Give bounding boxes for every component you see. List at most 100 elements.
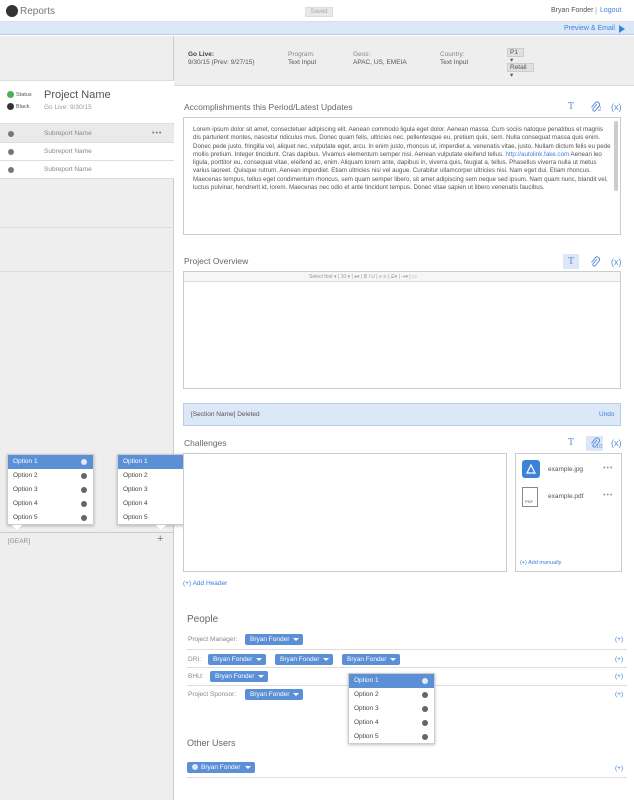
country-value[interactable]: Text Input bbox=[440, 59, 468, 66]
autolink[interactable]: http://autolink.fake.com bbox=[506, 151, 570, 158]
text-format-icon[interactable]: T bbox=[568, 437, 574, 448]
image-file-icon bbox=[522, 460, 540, 478]
subreport-status-icon bbox=[8, 131, 14, 137]
radio-icon bbox=[81, 473, 87, 479]
file-name[interactable]: example.jpg bbox=[548, 466, 583, 473]
channel-select[interactable]: Retail ▾ bbox=[507, 63, 534, 79]
geos-label: Geos: bbox=[353, 51, 371, 58]
divider bbox=[187, 777, 627, 778]
add-person-button[interactable]: (+) bbox=[615, 673, 623, 680]
menu-option[interactable]: Option 2 bbox=[8, 469, 93, 483]
preview-bar bbox=[0, 22, 634, 35]
add-manually-link[interactable]: (+) Add manually bbox=[520, 560, 561, 566]
people-label: DRI: bbox=[188, 656, 201, 663]
divider bbox=[0, 532, 174, 533]
person-chip[interactable]: Bryan Fonder bbox=[210, 671, 268, 682]
menu-option[interactable]: Option 4 bbox=[8, 497, 93, 511]
user-name[interactable]: Bryan Fonder bbox=[551, 7, 593, 14]
menu-option[interactable]: Option 1 bbox=[8, 455, 93, 469]
status-black-icon bbox=[7, 103, 14, 110]
add-header-link[interactable]: (+) Add Header bbox=[183, 580, 227, 587]
sidebar-block bbox=[0, 180, 174, 228]
add-subreport-button[interactable]: + bbox=[157, 533, 163, 545]
variable-icon[interactable]: (x) bbox=[611, 438, 622, 448]
go-live-label: Go Live: bbox=[188, 51, 215, 58]
chevron-down-icon bbox=[245, 766, 251, 769]
subreport-row[interactable]: Subreport Name bbox=[0, 161, 174, 179]
program-label: Program: bbox=[288, 51, 315, 58]
saved-button[interactable]: Saved bbox=[305, 7, 333, 17]
menu-pointer bbox=[156, 525, 166, 530]
person-chip[interactable]: Bryan Fonder bbox=[208, 654, 266, 665]
gear-options-menu[interactable]: Option 1 Option 2 Option 3 Option 4 Opti… bbox=[7, 454, 94, 525]
radio-icon bbox=[81, 501, 87, 507]
subreport-status-icon bbox=[8, 149, 14, 155]
more-icon[interactable]: ••• bbox=[152, 130, 162, 137]
person-chip[interactable]: Bryan Fonder bbox=[187, 762, 255, 773]
more-icon[interactable]: ••• bbox=[603, 465, 613, 472]
add-person-button[interactable]: (+) bbox=[615, 656, 623, 663]
people-title: People bbox=[187, 614, 219, 625]
project-name: Project Name bbox=[44, 89, 111, 101]
text-format-icon[interactable]: T bbox=[568, 256, 574, 267]
add-person-button[interactable]: (+) bbox=[615, 691, 623, 698]
dri-options-menu[interactable]: Option 1 Option 2 Option 3 Option 4 Opti… bbox=[348, 673, 435, 744]
scrollbar[interactable] bbox=[614, 121, 618, 191]
project-go-live: Go Live: 9/30/15 bbox=[44, 104, 92, 111]
logout-link[interactable]: Logout bbox=[600, 7, 621, 14]
variable-icon[interactable]: (x) bbox=[611, 257, 622, 267]
overview-editor[interactable] bbox=[183, 271, 621, 389]
gear-button[interactable]: [GEAR] bbox=[8, 538, 30, 545]
challenges-textarea[interactable] bbox=[183, 453, 507, 572]
subreport-row[interactable]: Subreport Name ••• bbox=[0, 125, 174, 143]
attachment-count: 2 bbox=[598, 107, 602, 113]
person-chip[interactable]: Bryan Fonder bbox=[245, 689, 303, 700]
preview-email-button[interactable]: Preview & Email bbox=[564, 25, 615, 32]
person-chip[interactable]: Bryan Fonder bbox=[342, 654, 400, 665]
program-value[interactable]: Text Input bbox=[288, 59, 316, 66]
accomplishments-title: Accomplishments this Period/Latest Updat… bbox=[184, 102, 353, 112]
challenges-title: Challenges bbox=[184, 438, 227, 448]
menu-option[interactable]: Option 1 bbox=[349, 674, 434, 688]
app-title: Reports bbox=[20, 6, 56, 17]
country-label: Country: bbox=[440, 51, 465, 58]
status-check-icon bbox=[7, 91, 14, 98]
person-chip[interactable]: Bryan Fonder bbox=[275, 654, 333, 665]
menu-option[interactable]: Option 5 bbox=[8, 511, 93, 525]
menu-option[interactable]: Option 5 bbox=[349, 730, 434, 744]
menu-option[interactable]: Option 2 bbox=[349, 688, 434, 702]
sidebar-block bbox=[0, 228, 174, 272]
play-arrow-icon[interactable] bbox=[619, 25, 625, 33]
radio-icon bbox=[422, 706, 428, 712]
radio-icon bbox=[81, 515, 87, 521]
more-icon[interactable]: ••• bbox=[603, 492, 613, 499]
app-logo-icon bbox=[6, 5, 18, 17]
project-card[interactable] bbox=[0, 80, 174, 124]
undo-button[interactable]: Undo bbox=[599, 411, 615, 418]
text-format-icon[interactable]: T bbox=[568, 101, 574, 112]
pdf-file-icon: PDF bbox=[522, 487, 538, 507]
priority-select[interactable]: P1 ▾ bbox=[507, 48, 524, 64]
editor-toolbar[interactable]: Select font ▾ | 10 ▾ | ●▾ | B I U | ≡ ≡ … bbox=[184, 272, 620, 282]
person-chip[interactable]: Bryan Fonder bbox=[245, 634, 303, 645]
menu-option[interactable]: Option 3 bbox=[349, 702, 434, 716]
accomplishments-text: Lorem ipsum dolor sit amet, consectetuer… bbox=[193, 126, 611, 192]
add-user-button[interactable]: (+) bbox=[615, 765, 623, 772]
geos-value[interactable]: APAC, US, EMEIA bbox=[353, 59, 407, 66]
chevron-down-icon bbox=[323, 658, 329, 661]
black-label: Black bbox=[16, 104, 30, 110]
radio-icon bbox=[422, 734, 428, 740]
people-label: Project Manager: bbox=[188, 636, 238, 643]
file-name[interactable]: example.pdf bbox=[548, 493, 583, 500]
subreport-row[interactable]: Subreport Name bbox=[0, 143, 174, 161]
divider bbox=[187, 667, 627, 668]
chevron-down-icon bbox=[258, 675, 264, 678]
variable-icon[interactable]: (x) bbox=[611, 102, 622, 112]
menu-option[interactable]: Option 4 bbox=[349, 716, 434, 730]
divider bbox=[187, 649, 627, 650]
subreport-name: Subreport Name bbox=[44, 130, 92, 137]
add-person-button[interactable]: (+) bbox=[615, 636, 623, 643]
subreport-name: Subreport Name bbox=[44, 148, 92, 155]
menu-option[interactable]: Option 3 bbox=[8, 483, 93, 497]
paperclip-icon[interactable] bbox=[589, 256, 601, 270]
